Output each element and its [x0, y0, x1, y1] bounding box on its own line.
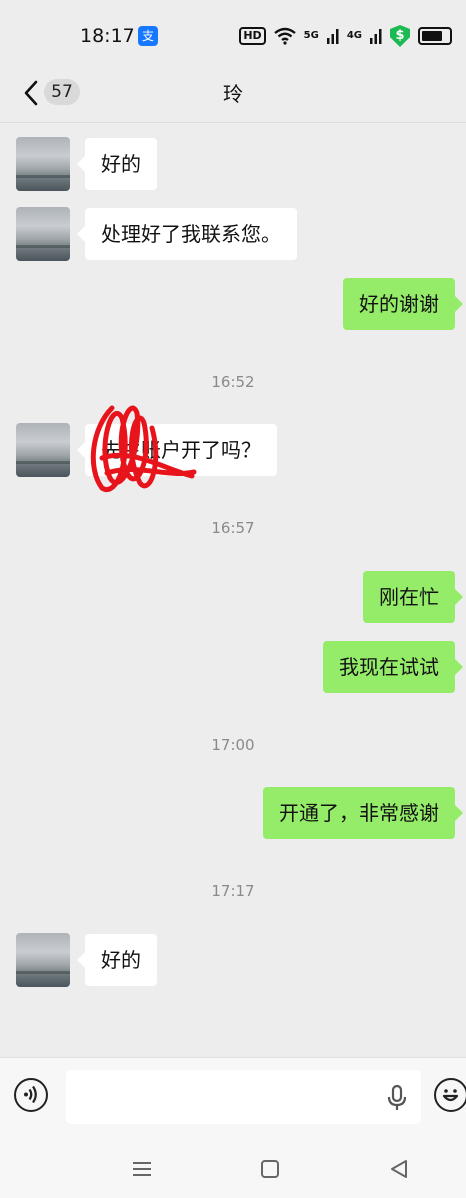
signal-bars-icon [370, 29, 382, 44]
emoji-icon[interactable] [434, 1078, 466, 1112]
message-bubble-outgoing[interactable]: 开通了，非常感谢 [263, 787, 463, 839]
message-timestamp: 16:52 [211, 373, 255, 391]
message-timestamp: 16:57 [211, 519, 255, 537]
message-bubble-outgoing[interactable]: 刚在忙 [363, 571, 463, 623]
message-timestamp: 17:17 [211, 882, 255, 900]
contact-avatar[interactable] [16, 207, 70, 261]
message-bubble-incoming[interactable]: 好的 [77, 138, 157, 190]
message-input-bar [0, 1057, 466, 1141]
wifi-icon [273, 27, 296, 45]
chat-screen: 18:17 支 HD 5G 4G $ 57 玲 好的 处理好了我联系您。 好的谢… [0, 0, 466, 1198]
contact-avatar[interactable] [16, 137, 70, 191]
contact-avatar[interactable] [16, 933, 70, 987]
contact-avatar[interactable] [16, 423, 70, 477]
message-bubble-incoming[interactable]: 处理好了我联系您。 [77, 208, 297, 260]
message-bubble-outgoing[interactable]: 好的谢谢 [343, 278, 463, 330]
hd-voice-icon: HD [239, 27, 266, 45]
message-bubble-incoming[interactable]: 先生账户开了吗？ [77, 424, 277, 476]
voice-icon[interactable] [14, 1078, 48, 1112]
alipay-notification-icon: 支 [138, 26, 158, 46]
chat-header: 57 玲 [0, 64, 466, 123]
signal-bars-icon [326, 29, 339, 44]
battery-icon [418, 27, 452, 45]
message-timestamp: 17:00 [211, 736, 255, 754]
message-bubble-outgoing[interactable]: 我现在试试 [323, 641, 463, 693]
microphone-icon[interactable] [386, 1084, 408, 1112]
status-time: 18:17 [80, 25, 135, 47]
voice-wave-icon [24, 1085, 37, 1104]
home-icon[interactable] [255, 1154, 285, 1184]
network-5g-label: 5G [303, 30, 319, 41]
contact-name: 玲 [223, 82, 243, 106]
menu-icon[interactable] [127, 1154, 157, 1184]
status-icons: HD 5G 4G $ [239, 24, 466, 48]
network-4g-label: 4G [346, 30, 362, 41]
system-navigation-bar [0, 1140, 466, 1198]
back-triangle-icon[interactable] [384, 1154, 414, 1184]
status-bar: 18:17 支 HD 5G 4G $ [0, 0, 466, 64]
security-shield-icon: $ [390, 25, 410, 47]
message-input[interactable] [66, 1070, 421, 1124]
smiley-face-icon [442, 1089, 459, 1102]
message-bubble-incoming[interactable]: 好的 [77, 934, 157, 986]
